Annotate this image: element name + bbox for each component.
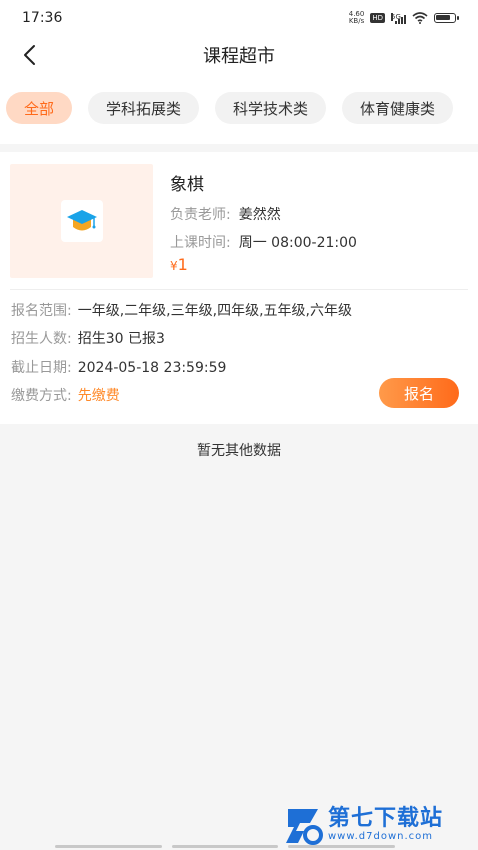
tab-subject-extension[interactable]: 学科拓展类: [88, 92, 200, 124]
enroll-row: 招生人数: 招生30 已报3: [11, 328, 165, 348]
class-time-row: 上课时间: 周一 08:00-21:00: [170, 232, 357, 252]
enroll-value: 招生30 已报3: [77, 331, 165, 347]
course-market-page: 17:36 4.60 KB/s HD 5G 课程超市 全部 学科拓展类 科学技术…: [0, 0, 478, 850]
thumbnail-box: [60, 200, 103, 242]
signup-button[interactable]: 报名: [379, 378, 459, 408]
net-speed-unit: KB/s: [348, 17, 365, 25]
currency-symbol: ¥: [170, 259, 178, 273]
course-thumbnail: [10, 164, 153, 278]
no-more-data-text: 暂无其他数据: [197, 443, 281, 459]
tab-all[interactable]: 全部: [6, 92, 73, 124]
deadline-label: 截止日期:: [11, 360, 72, 376]
deadline-row: 截止日期: 2024-05-18 23:59:59: [11, 357, 226, 377]
signal-icon: 5G: [391, 12, 406, 24]
watermark-logo-icon: [286, 809, 323, 845]
card-divider: [10, 289, 468, 290]
wifi-icon: [412, 12, 428, 24]
price-value: 1: [177, 255, 188, 274]
tab-sports-health[interactable]: 体育健康类: [342, 92, 454, 124]
class-time-value: 周一 08:00-21:00: [238, 235, 357, 251]
signal-label: 5G: [391, 12, 401, 21]
status-bar: 17:36 4.60 KB/s HD 5G: [0, 0, 478, 36]
watermark-url: www.d7down.com: [328, 831, 434, 842]
class-time-label: 上课时间:: [170, 235, 231, 251]
status-time: 17:36: [22, 10, 63, 26]
payment-label: 缴费方式:: [11, 388, 72, 404]
course-name: 象棋: [170, 175, 204, 195]
graduation-cap-icon: [66, 210, 97, 231]
scope-label: 报名范围:: [11, 303, 72, 319]
teacher-row: 负责老师: 姜然然: [170, 204, 281, 224]
status-icons: 4.60 KB/s HD 5G: [349, 11, 459, 25]
page-title: 课程超市: [203, 46, 275, 67]
tab-science-technology[interactable]: 科学技术类: [215, 92, 327, 124]
payment-row: 缴费方式: 先缴费: [11, 385, 120, 405]
deadline-value: 2024-05-18 23:59:59: [77, 360, 227, 376]
scope-value: 一年级,二年级,三年级,四年级,五年级,六年级: [77, 303, 352, 319]
category-tabs: 全部 学科拓展类 科学技术类 体育健康类: [0, 74, 478, 144]
enroll-label: 招生人数:: [11, 331, 72, 347]
watermark: 第七下载站 www.d7down.com: [284, 800, 474, 850]
home-indicator: [55, 845, 396, 848]
teacher-label: 负责老师:: [170, 207, 231, 223]
payment-value: 先缴费: [77, 388, 120, 404]
watermark-text: 第七下载站 www.d7down.com: [328, 807, 443, 843]
net-speed: 4.60 KB/s: [349, 11, 365, 25]
course-price: ¥1: [170, 255, 188, 274]
hd-icon: HD: [370, 13, 385, 23]
battery-icon: [434, 13, 459, 23]
nav-bar: 课程超市: [0, 36, 478, 74]
course-card[interactable]: 象棋 负责老师: 姜然然 上课时间: 周一 08:00-21:00 ¥1 报名范围:…: [0, 152, 478, 424]
teacher-value: 姜然然: [238, 207, 281, 223]
scope-row: 报名范围: 一年级,二年级,三年级,四年级,五年级,六年级: [11, 300, 352, 320]
watermark-name: 第七下载站: [328, 806, 444, 831]
